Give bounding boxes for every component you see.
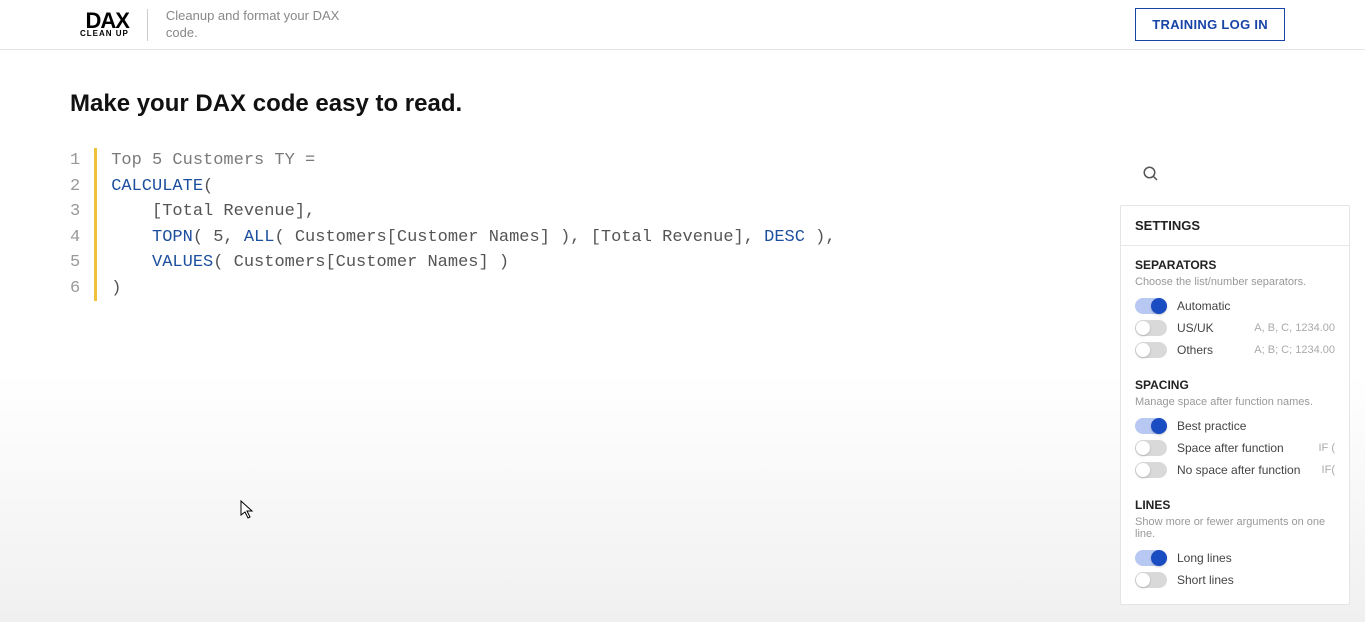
code-border xyxy=(94,148,97,301)
toggle-no-space-after[interactable]: No space after function IF( xyxy=(1135,462,1335,478)
toggle-long-lines[interactable]: Long lines xyxy=(1135,550,1335,566)
line-number: 4 xyxy=(70,225,80,251)
logo-area[interactable]: DAX CLEAN UP xyxy=(80,11,129,39)
cursor-icon xyxy=(240,500,256,520)
header: DAX CLEAN UP Cleanup and format your DAX… xyxy=(0,0,1365,50)
line-number: 5 xyxy=(70,250,80,276)
toggle-switch[interactable] xyxy=(1135,342,1167,358)
logo-sub: CLEAN UP xyxy=(80,29,129,38)
toggle-switch[interactable] xyxy=(1135,440,1167,456)
line-number: 2 xyxy=(70,174,80,200)
section-desc: Show more or fewer arguments on one line… xyxy=(1135,516,1335,540)
toggle-switch[interactable] xyxy=(1135,572,1167,588)
search-icon[interactable] xyxy=(1142,165,1160,188)
settings-section-separators: SEPARATORS Choose the list/number separa… xyxy=(1121,246,1349,374)
tagline: Cleanup and format your DAX code. xyxy=(166,8,366,42)
toggle-switch[interactable] xyxy=(1135,418,1167,434)
line-number: 3 xyxy=(70,199,80,225)
training-login-button[interactable]: TRAINING LOG IN xyxy=(1135,8,1285,41)
line-number: 6 xyxy=(70,276,80,302)
toggle-switch[interactable] xyxy=(1135,298,1167,314)
toggle-automatic[interactable]: Automatic xyxy=(1135,298,1335,314)
line-gutter: 1 2 3 4 5 6 xyxy=(70,148,94,301)
settings-section-lines: LINES Show more or fewer arguments on on… xyxy=(1121,494,1349,604)
code-line[interactable]: CALCULATE( xyxy=(111,174,835,200)
toggle-best-practice[interactable]: Best practice xyxy=(1135,418,1335,434)
code-line[interactable]: TOPN( 5, ALL( Customers[Customer Names] … xyxy=(111,225,835,251)
settings-section-spacing: SPACING Manage space after function name… xyxy=(1121,374,1349,494)
header-divider xyxy=(147,9,148,41)
logo: DAX CLEAN UP xyxy=(80,11,129,39)
code-line[interactable]: [Total Revenue], xyxy=(111,199,835,225)
logo-main: DAX xyxy=(85,11,128,31)
line-number: 1 xyxy=(70,148,80,174)
code-line[interactable]: Top 5 Customers TY = xyxy=(111,148,835,174)
section-title: SPACING xyxy=(1135,378,1335,392)
settings-title: SETTINGS xyxy=(1121,206,1349,246)
code-line[interactable]: ) xyxy=(111,276,835,302)
section-title: LINES xyxy=(1135,498,1335,512)
section-desc: Choose the list/number separators. xyxy=(1135,276,1335,288)
settings-panel: SETTINGS SEPARATORS Choose the list/numb… xyxy=(1120,205,1350,605)
section-title: SEPARATORS xyxy=(1135,258,1335,272)
toggle-switch[interactable] xyxy=(1135,462,1167,478)
code-body[interactable]: Top 5 Customers TY = CALCULATE( [Total R… xyxy=(111,148,835,301)
code-editor[interactable]: 1 2 3 4 5 6 Top 5 Customers TY = CALCULA… xyxy=(70,148,1285,301)
toggle-switch[interactable] xyxy=(1135,320,1167,336)
page-title: Make your DAX code easy to read. xyxy=(70,90,1285,118)
toggle-space-after[interactable]: Space after function IF ( xyxy=(1135,440,1335,456)
toggle-switch[interactable] xyxy=(1135,550,1167,566)
toggle-others[interactable]: Others A; B; C; 1234.00 xyxy=(1135,342,1335,358)
code-line[interactable]: VALUES( Customers[Customer Names] ) xyxy=(111,250,835,276)
toggle-usuk[interactable]: US/UK A, B, C, 1234.00 xyxy=(1135,320,1335,336)
section-desc: Manage space after function names. xyxy=(1135,396,1335,408)
toggle-short-lines[interactable]: Short lines xyxy=(1135,572,1335,588)
